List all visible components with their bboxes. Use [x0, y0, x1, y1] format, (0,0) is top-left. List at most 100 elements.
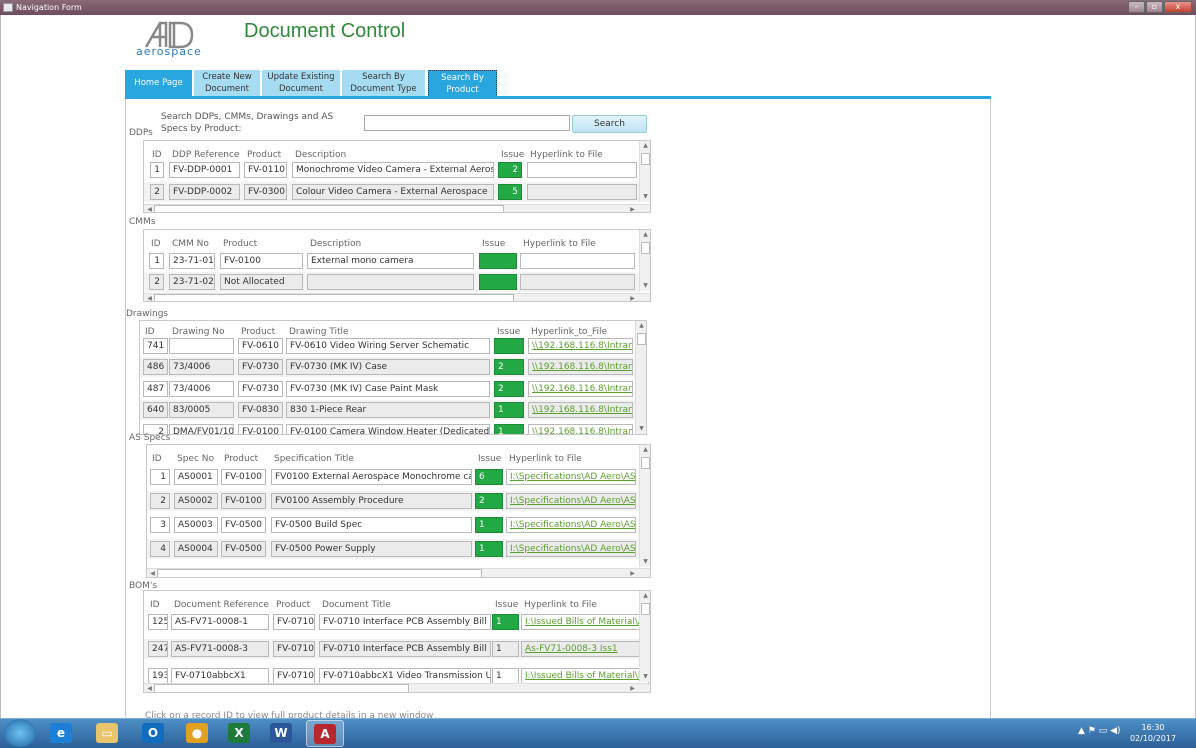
record-id-link[interactable]: 125: [148, 614, 168, 630]
product-search-input[interactable]: [364, 115, 570, 131]
record-id-link[interactable]: 2: [150, 493, 170, 509]
scroll-up-icon[interactable]: ▲: [636, 321, 646, 331]
cell-title: FV0100 Assembly Procedure: [271, 493, 472, 509]
vertical-scrollbar[interactable]: ▲ ▼: [639, 591, 650, 682]
record-id-link[interactable]: 2: [149, 274, 164, 290]
record-id-link[interactable]: 1: [150, 162, 164, 178]
horizontal-scrollbar[interactable]: ◀ ▶: [144, 204, 650, 212]
restore-button[interactable]: ▫: [1146, 1, 1163, 13]
cell-issue: 6: [475, 469, 503, 485]
vertical-scrollbar[interactable]: ▲ ▼: [639, 141, 650, 202]
scroll-thumb[interactable]: [641, 153, 650, 165]
scroll-thumb[interactable]: [641, 242, 650, 254]
vertical-scrollbar[interactable]: ▲ ▼: [635, 321, 646, 434]
cell-hyperlink[interactable]: \\192.168.116.8\Intranet: [528, 381, 633, 397]
cell-hyperlink[interactable]: I:\Specifications\AD Aero\AS: [506, 469, 636, 485]
scroll-right-icon[interactable]: ▶: [627, 205, 638, 212]
record-id-link[interactable]: 640: [143, 402, 168, 418]
tab-home-page[interactable]: Home Page: [125, 70, 193, 97]
cell-hyperlink[interactable]: I:\Issued Bills of Material\AS: [521, 614, 649, 630]
scroll-down-icon[interactable]: ▼: [640, 281, 650, 291]
vertical-scrollbar[interactable]: ▲ ▼: [639, 230, 650, 291]
cell-title: External mono camera: [307, 253, 474, 269]
scroll-thumb[interactable]: [641, 457, 650, 469]
start-button[interactable]: [4, 719, 36, 747]
cell-product: FV-0610: [238, 338, 283, 354]
cell-hyperlink[interactable]: I:\Issued Bills of Material\FV: [521, 668, 649, 684]
cell-hyperlink[interactable]: \\192.168.116.8\Intranet: [528, 402, 633, 418]
cell-hyperlink[interactable]: [520, 253, 635, 269]
cell-hyperlink[interactable]: As-FV71-0008-3 Iss1: [521, 641, 649, 657]
clock[interactable]: 16:30 02/10/2017: [1128, 722, 1178, 744]
horizontal-scrollbar[interactable]: ◀ ▶: [144, 293, 650, 301]
scroll-right-icon[interactable]: ▶: [627, 684, 638, 692]
taskbar-file-explorer[interactable]: ▭: [88, 720, 126, 747]
scroll-down-icon[interactable]: ▼: [636, 424, 646, 434]
scroll-up-icon[interactable]: ▲: [640, 591, 650, 601]
cell-hyperlink[interactable]: I:\Specifications\AD Aero\AS: [506, 541, 636, 557]
close-button[interactable]: x: [1164, 1, 1192, 13]
scroll-thumb[interactable]: [154, 294, 514, 301]
scroll-right-icon[interactable]: ▶: [627, 294, 638, 301]
horizontal-scrollbar[interactable]: ◀ ▶: [144, 683, 650, 692]
taskbar-chrome[interactable]: ●: [178, 720, 216, 747]
as-specs-subform: ID Spec No Product Specification Title Issue…: [146, 444, 651, 578]
horizontal-scrollbar[interactable]: ◀ ▶: [147, 568, 650, 577]
scroll-thumb[interactable]: [637, 333, 646, 345]
record-id-link[interactable]: 4: [150, 541, 170, 557]
taskbar-access[interactable]: A: [306, 720, 344, 747]
scroll-up-icon[interactable]: ▲: [640, 445, 650, 455]
system-tray[interactable]: ▲ ⚑ ▭ ◀): [1078, 726, 1121, 736]
minimize-button[interactable]: –: [1128, 1, 1145, 13]
record-id-link[interactable]: 2: [150, 184, 164, 200]
taskbar-internet-explorer[interactable]: e: [42, 720, 80, 747]
record-id-link[interactable]: 487: [143, 381, 168, 397]
scroll-up-icon[interactable]: ▲: [640, 141, 650, 151]
cell-issue: 1: [494, 424, 524, 434]
search-button[interactable]: Search: [572, 115, 647, 133]
taskbar-outlook[interactable]: O: [134, 720, 172, 747]
record-id-link[interactable]: 1: [149, 253, 164, 269]
scroll-thumb[interactable]: [154, 684, 409, 692]
record-id-link[interactable]: 741: [143, 338, 168, 354]
cell-hyperlink[interactable]: I:\Specifications\AD Aero\AS: [506, 517, 636, 533]
record-id-link[interactable]: 247: [148, 641, 168, 657]
cell-hyperlink[interactable]: \\192.168.116.8\Intranet: [528, 424, 633, 434]
record-id-link[interactable]: 193: [148, 668, 168, 684]
app-icon: [3, 3, 13, 12]
cell-issue: 1: [475, 517, 503, 533]
tab-search-by-document-type[interactable]: Search By Document Type: [342, 70, 426, 97]
scroll-thumb[interactable]: [154, 205, 504, 212]
record-id-link[interactable]: 486: [143, 359, 168, 375]
column-header-hyperlink: Hyperlink to File: [509, 454, 582, 464]
column-header-hyperlink: Hyperlink to File: [530, 150, 603, 160]
record-id-link[interactable]: 3: [150, 517, 170, 533]
cell-hyperlink[interactable]: \\192.168.116.8\Intranet: [528, 359, 633, 375]
cell-product: FV-0710: [273, 641, 315, 657]
scroll-down-icon[interactable]: ▼: [640, 192, 650, 202]
clock-time: 16:30: [1141, 723, 1165, 732]
tab-search-by-product[interactable]: Search By Product: [428, 70, 497, 97]
scroll-down-icon[interactable]: ▼: [640, 672, 650, 682]
tab-update-existing-document[interactable]: Update Existing Document: [262, 70, 341, 97]
column-header-hyperlink: Hyperlink to File: [524, 600, 597, 610]
scroll-thumb[interactable]: [157, 569, 482, 577]
outlook-icon: O: [142, 723, 164, 743]
cell-issue: [494, 338, 524, 354]
cell-hyperlink[interactable]: \\192.168.116.8\Intranet: [528, 338, 633, 354]
cell-hyperlink[interactable]: [527, 184, 637, 200]
record-id-link[interactable]: 1: [150, 469, 170, 485]
cell-hyperlink[interactable]: [527, 162, 637, 178]
taskbar-excel[interactable]: X: [220, 720, 258, 747]
vertical-scrollbar[interactable]: ▲ ▼: [639, 445, 650, 567]
cell-hyperlink[interactable]: I:\Specifications\AD Aero\AS: [506, 493, 636, 509]
scroll-right-icon[interactable]: ▶: [627, 569, 638, 577]
scroll-down-icon[interactable]: ▼: [640, 557, 650, 567]
tab-create-new-document[interactable]: Create New Document: [194, 70, 261, 97]
cell-hyperlink[interactable]: [520, 274, 635, 290]
cell-reference: FV-DDP-0001: [169, 162, 240, 178]
scroll-up-icon[interactable]: ▲: [640, 230, 650, 240]
scroll-thumb[interactable]: [641, 603, 650, 615]
taskbar-word[interactable]: W: [262, 720, 300, 747]
table-row: 2 AS0002 FV-0100 FV0100 Assembly Procedure 2…: [147, 491, 641, 511]
